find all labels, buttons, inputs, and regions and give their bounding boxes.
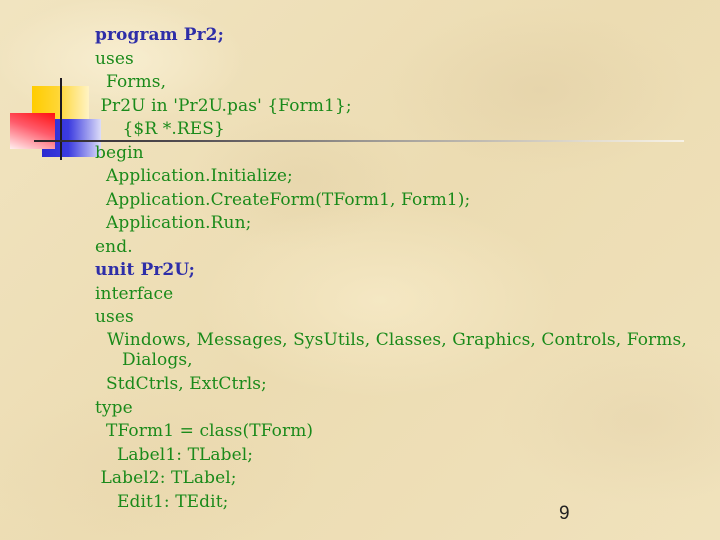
code-line: Application.Run;	[95, 213, 252, 233]
code-line: type	[95, 397, 133, 418]
code-line: Application.Initialize;	[95, 166, 293, 186]
code-line: Label1: TLabel;	[95, 444, 254, 465]
code-line-unit-heading: unit Pr2U;	[95, 260, 196, 280]
code-line: uses	[95, 48, 134, 69]
code-line: Forms,	[95, 72, 167, 92]
code-line-wrapped: Windows, Messages, SysUtils, Classes, Gr…	[107, 329, 687, 370]
code-line: Pr2U in 'Pr2U.pas' {Form1};	[95, 95, 352, 116]
code-line: end.	[95, 236, 133, 257]
code-line: TForm1 = class(TForm)	[95, 421, 314, 441]
code-line: interface	[95, 283, 174, 304]
vertical-rule-divider	[60, 78, 62, 160]
code-line: Application.CreateForm(TForm1, Form1);	[95, 189, 471, 210]
code-line: StdCtrls, ExtCtrls;	[95, 374, 267, 394]
code-line: {$R *.RES}	[95, 119, 225, 139]
code-line: Edit1: TEdit;	[95, 491, 229, 512]
page-number: 9	[559, 503, 570, 524]
code-listing: program Pr2; uses Forms, Pr2U in 'Pr2U.p…	[95, 24, 705, 514]
code-line: Label2: TLabel;	[95, 468, 237, 488]
code-line-program-heading: program Pr2;	[95, 25, 224, 45]
code-line: uses	[95, 307, 134, 327]
red-square-icon	[10, 113, 55, 149]
code-line: begin	[95, 142, 144, 163]
